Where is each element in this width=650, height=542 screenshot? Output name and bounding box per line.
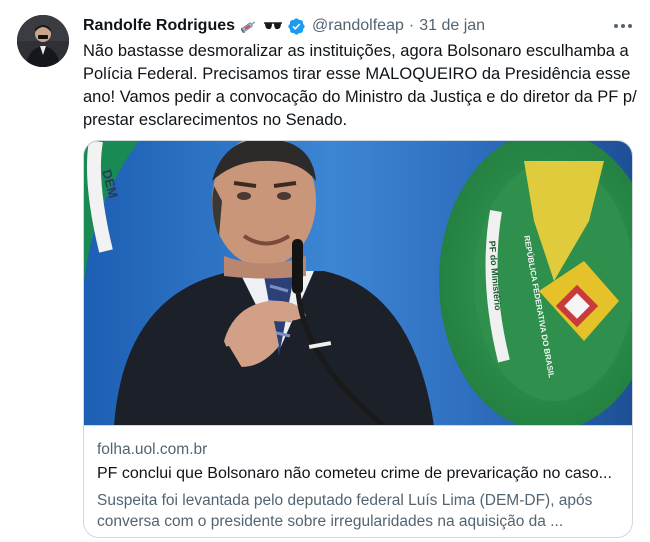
avatar[interactable] — [17, 15, 69, 67]
tweet-text-line: ano! Vamos pedir a convocação do Ministr… — [83, 88, 637, 106]
tweet[interactable]: Randolfe Rodrigues @randolfeap · 31 de j… — [0, 0, 650, 542]
card-title[interactable]: PF conclui que Bolsonaro não cometeu cri… — [97, 465, 627, 483]
sunglasses-icon — [263, 20, 283, 32]
verified-badge-icon — [287, 17, 306, 36]
card-description-line: conversa com o presidente sobre irregula… — [97, 513, 564, 530]
syringe-icon — [241, 19, 257, 33]
tweet-text-line: Polícia Federal. Precisamos tirar esse M… — [83, 65, 631, 83]
tweet-text: Não bastasse desmoralizar as instituiçõe… — [83, 40, 643, 132]
separator-dot: · — [408, 17, 415, 34]
tweet-timestamp[interactable]: 31 de jan — [419, 17, 485, 35]
card-domain: folha.uol.com.br — [97, 441, 208, 458]
tweet-header: Randolfe Rodrigues @randolfeap · 31 de j… — [83, 14, 638, 38]
card-description-line: Suspeita foi levantada pelo deputado fed… — [97, 492, 593, 509]
link-preview-card[interactable]: DEM PF do Ministério REPÚBLICA FEDERATIV… — [83, 140, 633, 538]
more-options-icon[interactable] — [614, 14, 632, 38]
author-handle[interactable]: @randolfeap — [312, 17, 404, 35]
tweet-text-line: Não bastasse desmoralizar as instituiçõe… — [83, 42, 629, 60]
card-description: Suspeita foi levantada pelo deputado fed… — [97, 490, 627, 532]
author-name[interactable]: Randolfe Rodrigues — [83, 17, 235, 35]
link-preview-image[interactable]: DEM PF do Ministério REPÚBLICA FEDERATIV… — [84, 141, 632, 426]
tweet-text-line: prestar esclarecimentos no Senado. — [83, 111, 348, 129]
